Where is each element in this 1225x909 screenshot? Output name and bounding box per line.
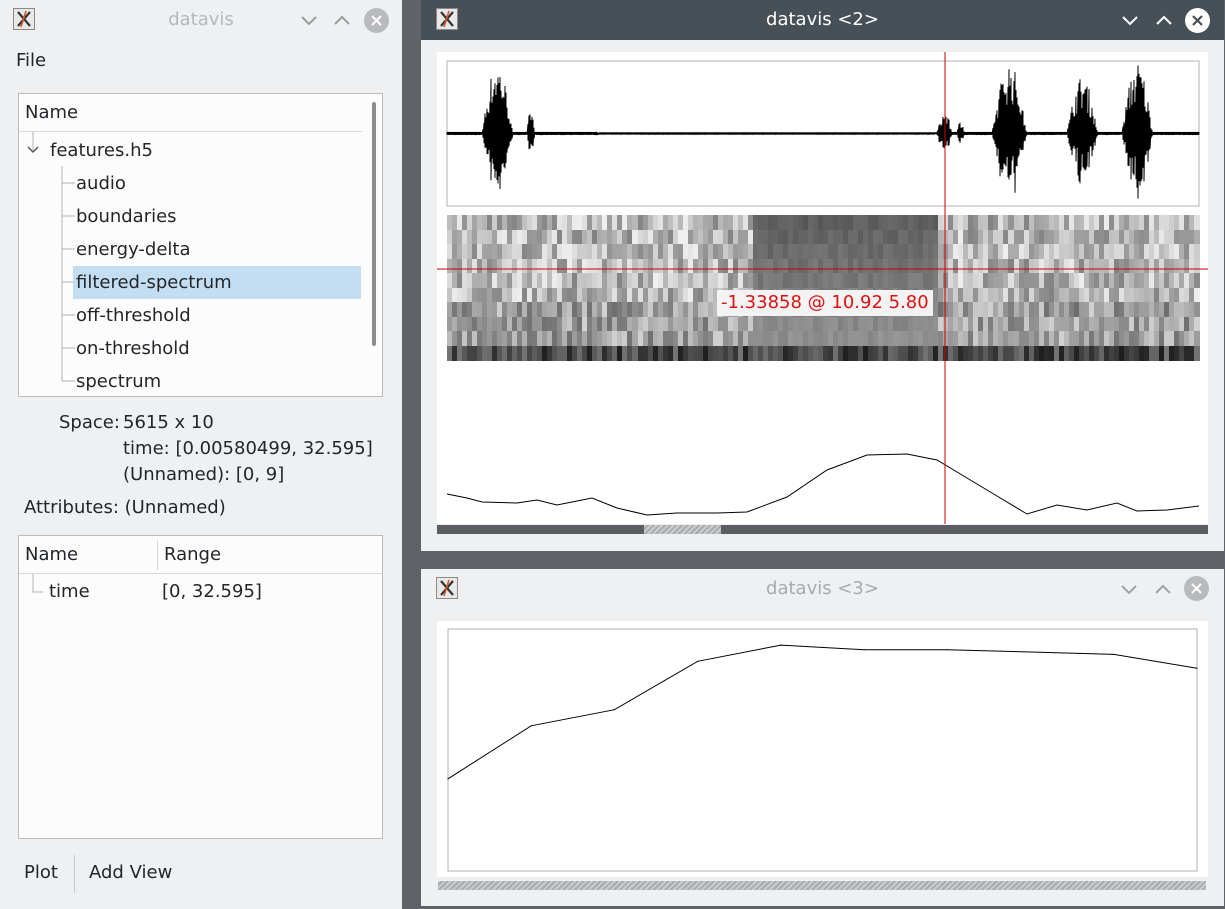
plot3-scrollbar[interactable] (438, 881, 1206, 890)
energy-curve (446, 453, 1200, 516)
menubar: File (0, 42, 402, 80)
cursor-readout: -1.33858 @ 10.92 5.80 (717, 290, 933, 316)
data-point (780, 644, 782, 646)
plot2-scroll-thumb[interactable] (644, 525, 721, 534)
column-divider[interactable] (157, 540, 158, 570)
maximize-chevron-up-icon[interactable] (1152, 578, 1174, 600)
tree-item-boundaries[interactable]: boundaries (76, 200, 177, 233)
tree-item-spectrum[interactable]: spectrum (76, 365, 161, 396)
add-view-button[interactable]: Add View (89, 862, 172, 883)
heatmap-cell (1193, 287, 1200, 303)
plot3-window-title: datavis <3> (766, 578, 879, 599)
attr-branch-line (32, 574, 43, 593)
plot3-canvas[interactable] (437, 621, 1208, 877)
heatmap-cell (1193, 273, 1200, 289)
main-window: datavis File Name features.h5 audio boun… (0, 0, 402, 909)
heatmap-cell (1193, 302, 1200, 318)
plot-button[interactable]: Plot (24, 862, 58, 883)
plot2-titlebar[interactable]: datavis <2> (421, 0, 1224, 40)
attr-row-name[interactable]: time (49, 575, 90, 608)
data-point (863, 649, 865, 651)
space-value: 5615 x 10 (123, 412, 214, 433)
plot3-titlebar[interactable]: datavis <3> (421, 569, 1224, 609)
plot3-frame (447, 628, 1198, 872)
tree-item-audio[interactable]: audio (76, 167, 126, 200)
column-name[interactable]: Name (25, 538, 78, 571)
attributes-table[interactable]: Name Range time [0, 32.595] (18, 535, 383, 839)
main-titlebar[interactable]: datavis (0, 0, 402, 40)
space-label: Space: (59, 412, 120, 433)
tree-item-energy-delta[interactable]: energy-delta (76, 233, 191, 266)
data-point (946, 649, 948, 651)
dataset-tree[interactable]: Name features.h5 audio boundaries energy… (18, 93, 383, 397)
tree-root-features[interactable]: features.h5 (50, 134, 153, 167)
tree-item-off-threshold[interactable]: off-threshold (76, 299, 191, 332)
data-point (447, 778, 449, 780)
data-point (697, 660, 699, 662)
data-point (613, 709, 615, 711)
dimension-unnamed: (Unnamed): [0, 9] (123, 464, 285, 485)
data-point (1196, 667, 1198, 669)
plot3-line-chart[interactable] (437, 621, 1208, 877)
spectrum-heatmap[interactable] (447, 215, 1200, 361)
heatmap-cell (1193, 331, 1200, 347)
plot2-window-title: datavis <2> (766, 9, 879, 30)
minimize-chevron-down-icon[interactable] (298, 9, 320, 31)
heatmap-cell (1193, 258, 1200, 274)
heatmap-cell (1193, 345, 1200, 361)
minimize-chevron-down-icon[interactable] (1119, 9, 1141, 31)
button-divider (74, 855, 75, 893)
heatmap-cell (1193, 215, 1200, 231)
column-range[interactable]: Range (164, 538, 221, 571)
waveform-line (446, 65, 1200, 199)
tree-item-on-threshold[interactable]: on-threshold (76, 332, 190, 365)
heatmap-cell (1193, 229, 1200, 245)
data-point (530, 725, 532, 727)
plot2-scrollbar[interactable] (437, 525, 1208, 534)
chevron-down-icon[interactable] (25, 134, 45, 167)
attr-row-range: [0, 32.595] (162, 581, 262, 602)
plot2-canvas[interactable]: -1.33858 @ 10.92 5.80 (437, 52, 1208, 524)
data-point (1113, 653, 1115, 655)
dimension-time: time: [0.00580499, 32.595] (123, 438, 373, 459)
plot2-window: datavis <2> -1.33858 @ 10.92 5.80 (421, 0, 1224, 551)
close-icon[interactable] (364, 8, 389, 33)
attributes-label: Attributes: (Unnamed) (24, 497, 226, 518)
maximize-chevron-up-icon[interactable] (1153, 9, 1175, 31)
minimize-chevron-down-icon[interactable] (1118, 578, 1140, 600)
tree-item-filtered-spectrum[interactable]: filtered-spectrum (73, 266, 361, 299)
data-point (1030, 651, 1032, 653)
close-icon[interactable] (1185, 8, 1210, 33)
maximize-chevron-up-icon[interactable] (331, 9, 353, 31)
heatmap-cell (1193, 244, 1200, 260)
heatmap-cell (1193, 316, 1200, 332)
close-icon[interactable] (1184, 576, 1209, 601)
tree-scrollbar[interactable] (372, 102, 376, 346)
plot3-window: datavis <3> (421, 569, 1224, 906)
series-line (447, 644, 1198, 780)
menu-file[interactable]: File (16, 50, 46, 71)
